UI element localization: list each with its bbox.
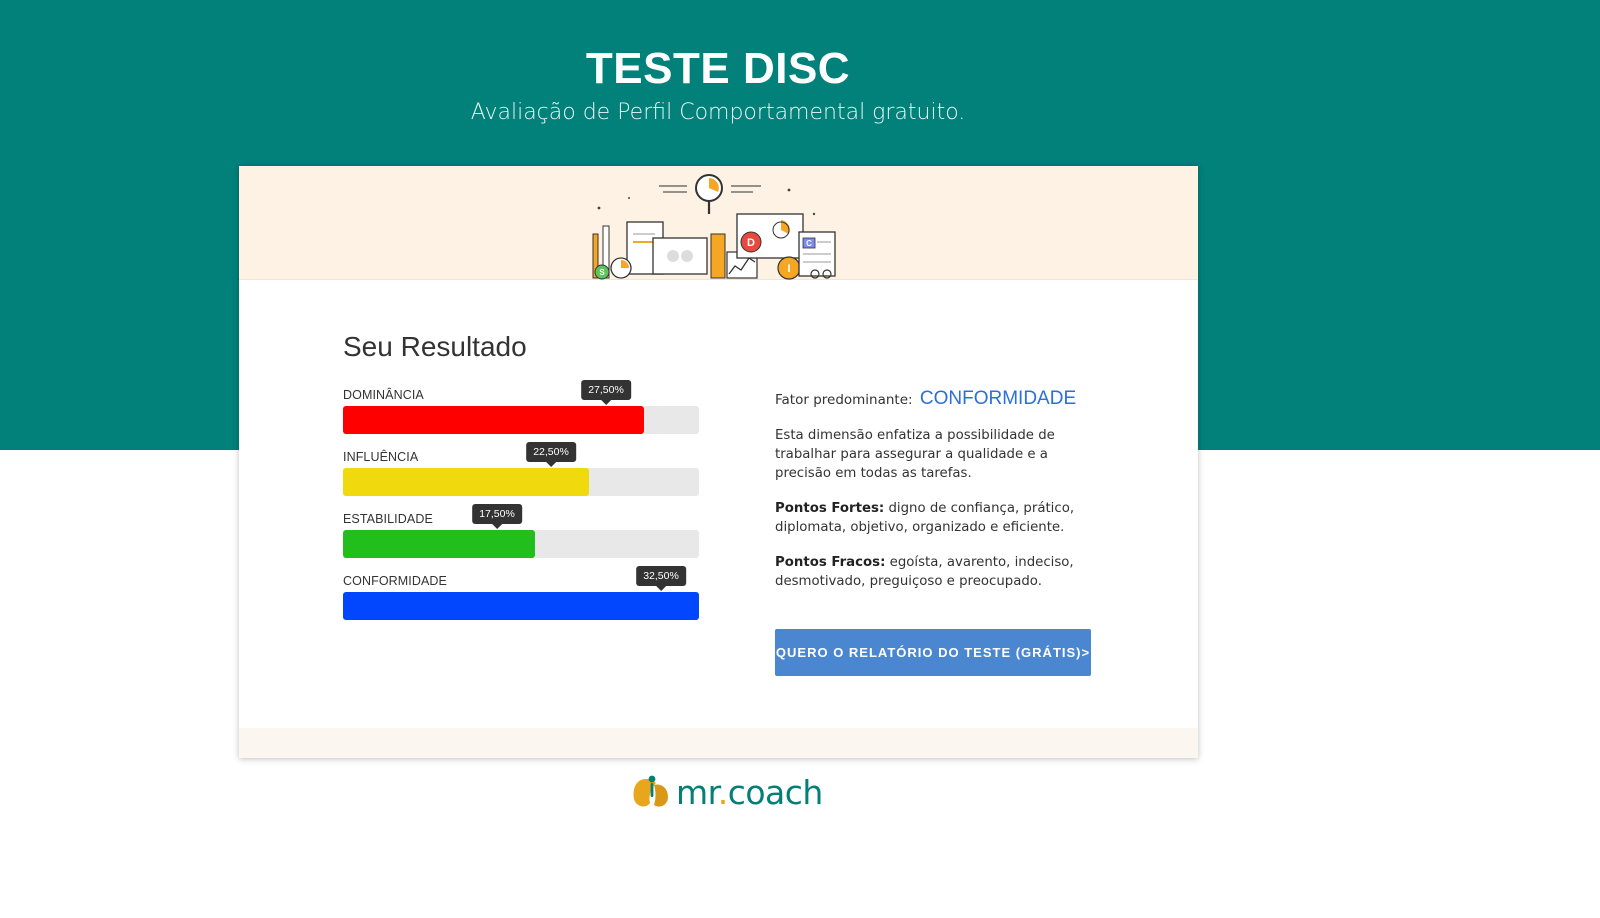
bar-fill-dominancia (343, 406, 644, 434)
logo-dot: . (717, 772, 729, 812)
page-title: TESTE DISC (585, 44, 851, 93)
result-card: D I S C Seu Resultado DOMINÂNCIA 27,50% (239, 166, 1198, 758)
bar-tooltip: 22,50% (526, 442, 576, 467)
bar-estabilidade: ESTABILIDADE 17,50% (343, 504, 699, 558)
mrcoach-logo-icon (633, 775, 668, 807)
bar-label: INFLUÊNCIA (343, 450, 419, 464)
banner-letter-c: C (806, 239, 812, 248)
mrcoach-logo[interactable]: mr.coach (632, 772, 823, 812)
bar-influencia: INFLUÊNCIA 22,50% (343, 442, 699, 496)
weaknesses: Pontos Fracos: egoísta, avarento, indeci… (775, 553, 1095, 591)
banner-letter-s: S (599, 268, 605, 277)
bar-tooltip: 32,50% (636, 566, 686, 591)
bar-track: 17,50% (343, 504, 699, 558)
card-footer (239, 728, 1198, 758)
strengths-label: Pontos Fortes: (775, 501, 885, 516)
banner-letter-i: I (787, 263, 790, 275)
card-banner: D I S C (239, 166, 1198, 280)
logo-text: mr.coach (676, 773, 823, 812)
bar-track: 22,50% (343, 442, 699, 496)
logo-text-a: mr (676, 772, 718, 812)
bar-track: 32,50% (343, 566, 699, 620)
bar-tooltip: 27,50% (581, 380, 631, 405)
report-cta-button[interactable]: QUERO O RELATÓRIO DO TESTE (GRÁTIS)> (775, 629, 1091, 676)
bar-tooltip: 17,50% (472, 504, 522, 529)
page-subtitle: Avaliação de Perfil Comportamental gratu… (470, 100, 966, 125)
strengths: Pontos Fortes: digno de confiança, práti… (775, 499, 1095, 537)
banner-letter-d: D (747, 237, 755, 249)
factor-value: CONFORMIDADE (919, 388, 1077, 409)
bar-dominancia: DOMINÂNCIA 27,50% (343, 380, 699, 434)
factor-prefix: Fator predominante: (775, 392, 913, 408)
factor-description: Esta dimensão enfatiza a possibilidade d… (775, 428, 1055, 481)
logo-text-b: coach (727, 772, 824, 812)
predominant-factor: Fator predominante: CONFORMIDADE (775, 388, 1095, 410)
analytics-illustration-icon: D I S C (592, 174, 836, 280)
bar-label: DOMINÂNCIA (343, 388, 424, 402)
weaknesses-label: Pontos Fracos: (775, 555, 886, 570)
bar-fill-estabilidade (343, 530, 535, 558)
bar-fill-influencia (343, 468, 589, 496)
bar-conformidade: CONFORMIDADE 32,50% (343, 566, 699, 620)
profile-panel: Fator predominante: CONFORMIDADE Esta di… (775, 388, 1095, 591)
result-title: Seu Resultado (343, 331, 527, 362)
bar-track: 27,50% (343, 380, 699, 434)
bar-fill-conformidade (343, 592, 699, 620)
